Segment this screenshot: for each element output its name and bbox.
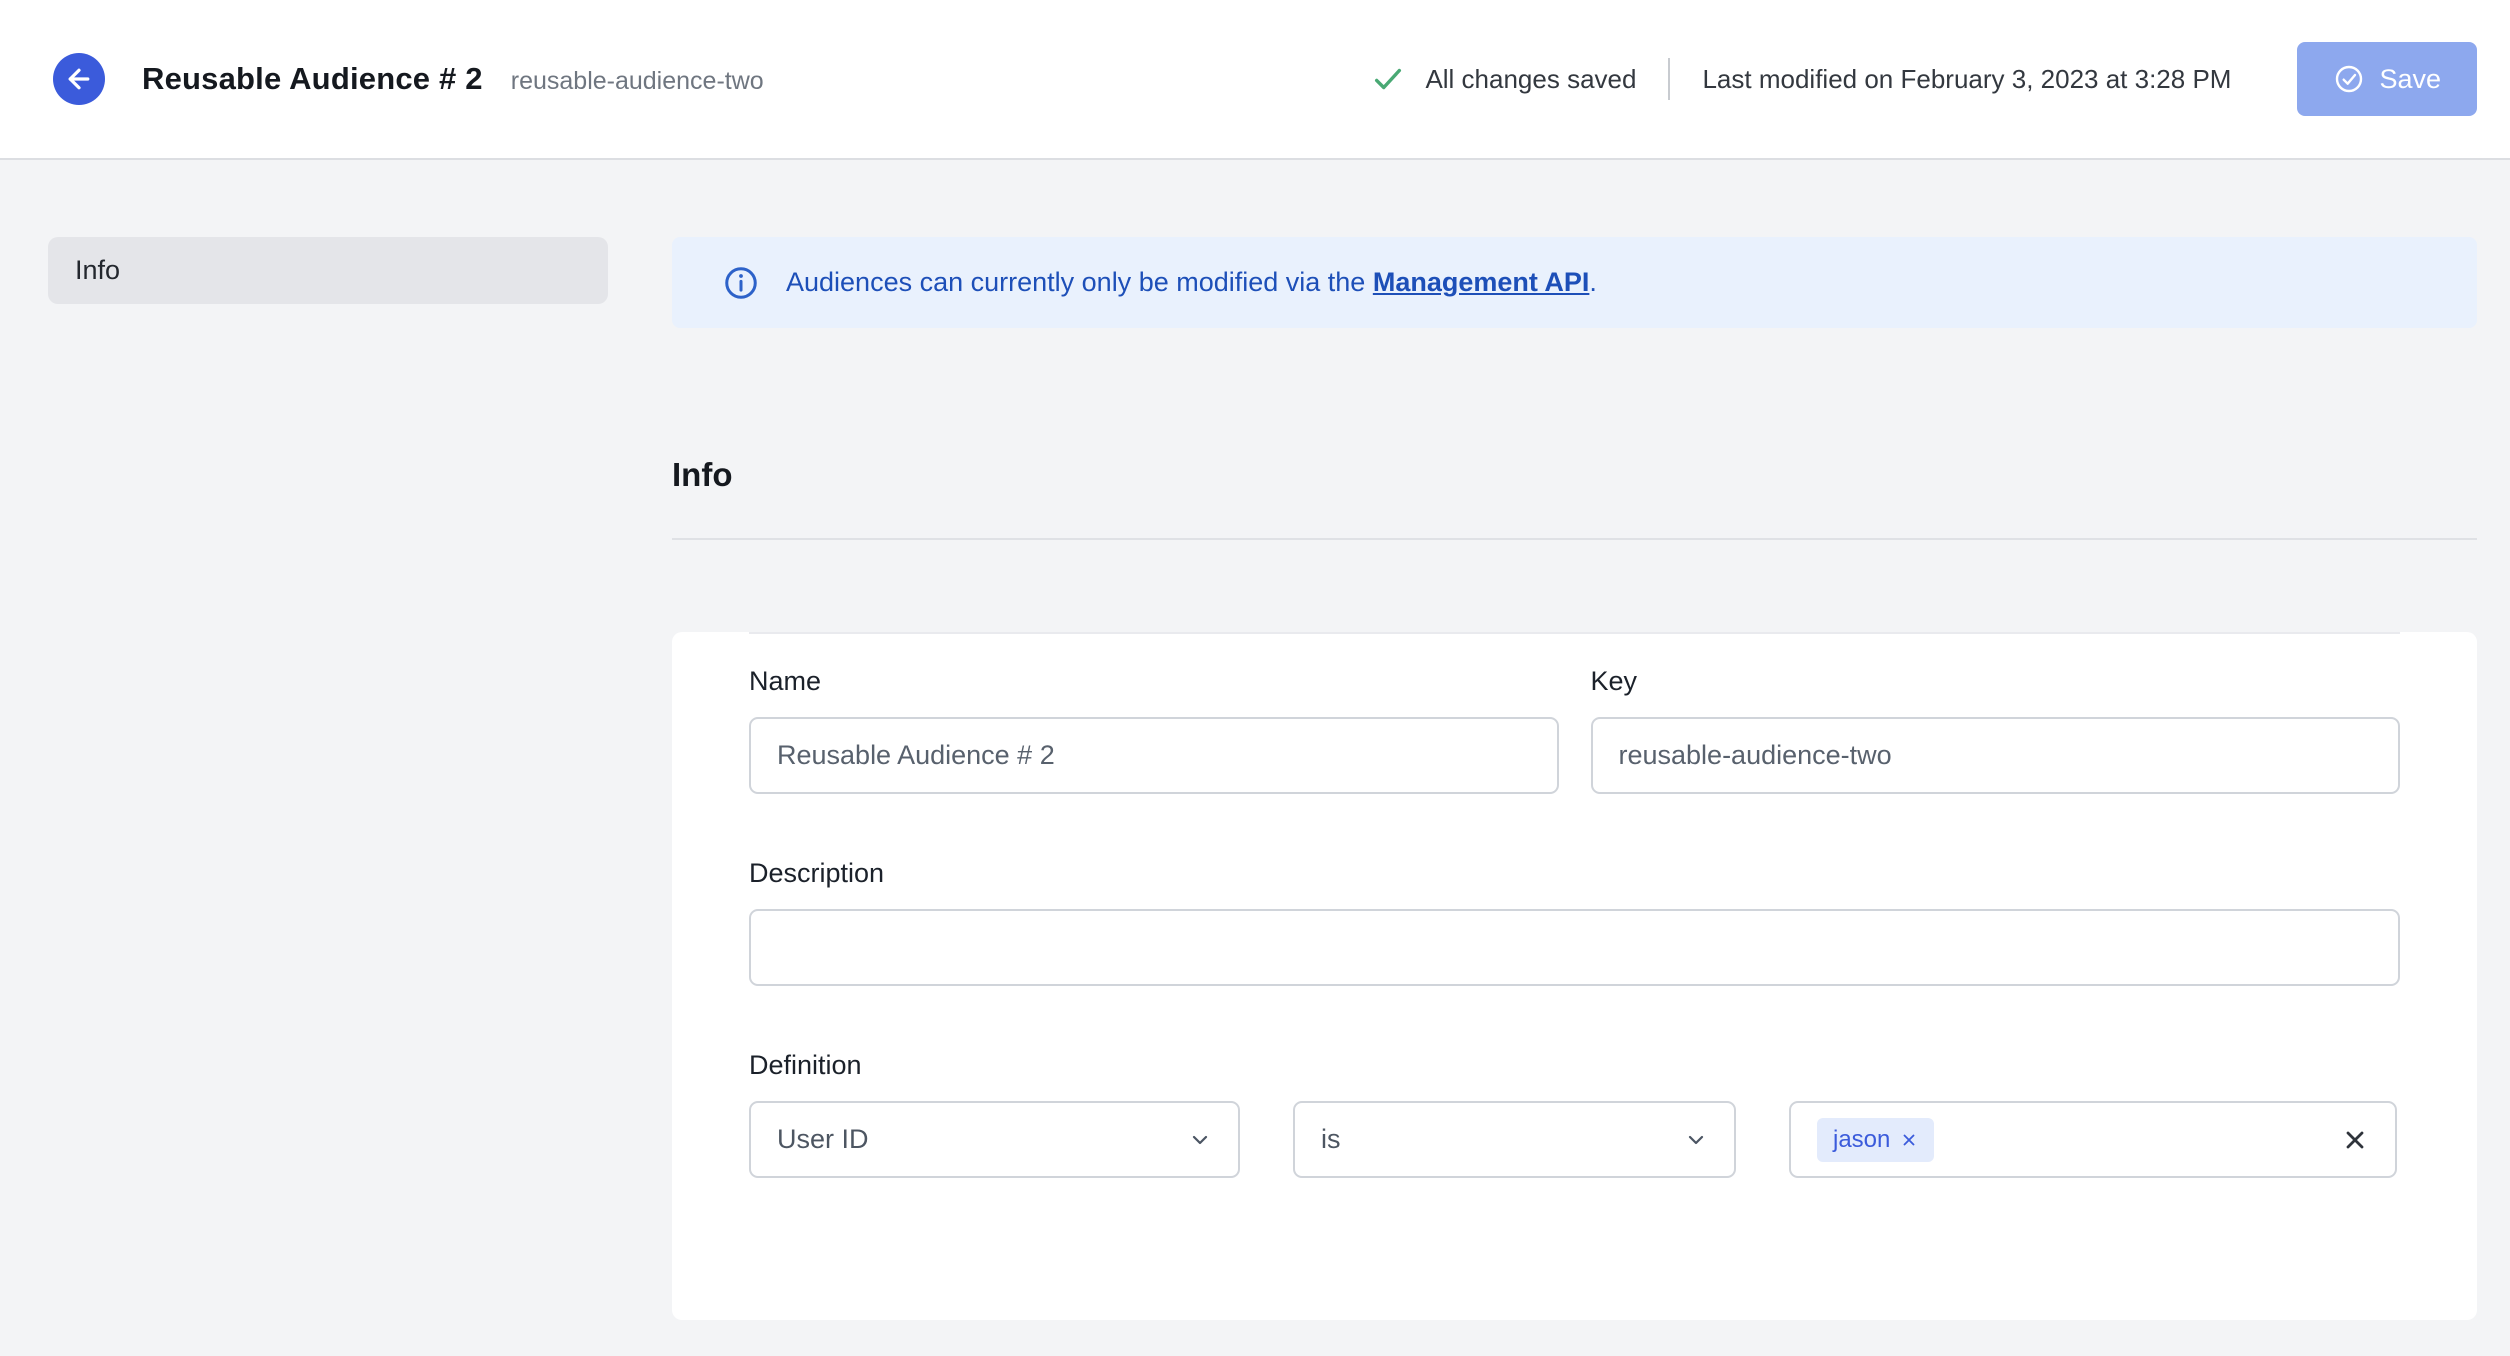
- key-input[interactable]: [1590, 717, 2400, 794]
- definition-field-group: Definition User ID is jason: [749, 1050, 2400, 1178]
- main-column: Audiences can currently only be modified…: [672, 237, 2477, 1320]
- title-group: Reusable Audience # 2 reusable-audience-…: [142, 61, 764, 97]
- header-vertical-divider: [1668, 58, 1671, 100]
- chevron-down-icon: [1188, 1128, 1212, 1152]
- info-banner: Audiences can currently only be modified…: [672, 237, 2477, 328]
- arrow-left-icon: [64, 64, 94, 94]
- definition-values-input[interactable]: jason: [1789, 1101, 2397, 1178]
- chip-remove-x-icon[interactable]: [1900, 1131, 1918, 1149]
- key-field-group: Key: [1590, 666, 2400, 794]
- name-key-row: Name Key: [749, 666, 2400, 794]
- banner-text-after: .: [1589, 267, 1597, 297]
- trait-select[interactable]: User ID: [749, 1101, 1240, 1178]
- saved-status-text: All changes saved: [1425, 63, 1637, 94]
- content-area: Info Audiences can currently only be mod…: [0, 160, 2510, 1320]
- banner-text: Audiences can currently only be modified…: [786, 267, 1597, 298]
- management-api-link[interactable]: Management API: [1373, 267, 1590, 297]
- definition-controls-row: User ID is jason: [749, 1101, 2400, 1178]
- sidebar-item-info[interactable]: Info: [48, 237, 608, 304]
- last-modified-text: Last modified on February 3, 2023 at 3:2…: [1702, 63, 2232, 94]
- back-button[interactable]: [53, 53, 105, 105]
- page-title: Reusable Audience # 2: [142, 61, 483, 96]
- description-field-group: Description: [749, 858, 2400, 986]
- check-icon: [1371, 62, 1405, 96]
- page-slug: reusable-audience-two: [510, 67, 764, 95]
- circle-check-icon: [2333, 63, 2365, 95]
- description-input[interactable]: [749, 909, 2400, 986]
- save-button[interactable]: Save: [2297, 42, 2477, 116]
- name-label: Name: [749, 666, 822, 696]
- operator-select-value: is: [1321, 1124, 1341, 1154]
- name-input[interactable]: [749, 717, 1559, 794]
- description-label: Description: [749, 858, 885, 888]
- section-divider: [672, 538, 2477, 540]
- clear-values-x-icon[interactable]: [2341, 1126, 2369, 1154]
- value-chip[interactable]: jason: [1817, 1117, 1935, 1162]
- header-bar: Reusable Audience # 2 reusable-audience-…: [0, 0, 2510, 160]
- save-button-label: Save: [2379, 63, 2441, 94]
- chevron-down-icon: [1684, 1128, 1708, 1152]
- form-area: Name Key Description Definition: [749, 632, 2400, 1178]
- definition-label: Definition: [749, 1050, 862, 1080]
- name-field-group: Name: [749, 666, 1559, 794]
- status-group: All changes saved Last modified on Febru…: [1371, 58, 2231, 100]
- operator-select[interactable]: is: [1293, 1101, 1736, 1178]
- info-card: Name Key Description Definition: [672, 632, 2477, 1320]
- info-circle-icon: [722, 264, 760, 302]
- key-label: Key: [1590, 666, 1638, 696]
- sidebar: Info: [48, 237, 608, 1320]
- banner-text-before: Audiences can currently only be modified…: [786, 267, 1373, 297]
- value-chip-label: jason: [1833, 1125, 1891, 1153]
- trait-select-value: User ID: [777, 1124, 869, 1154]
- section-title: Info: [672, 456, 733, 493]
- sidebar-item-label: Info: [75, 255, 121, 285]
